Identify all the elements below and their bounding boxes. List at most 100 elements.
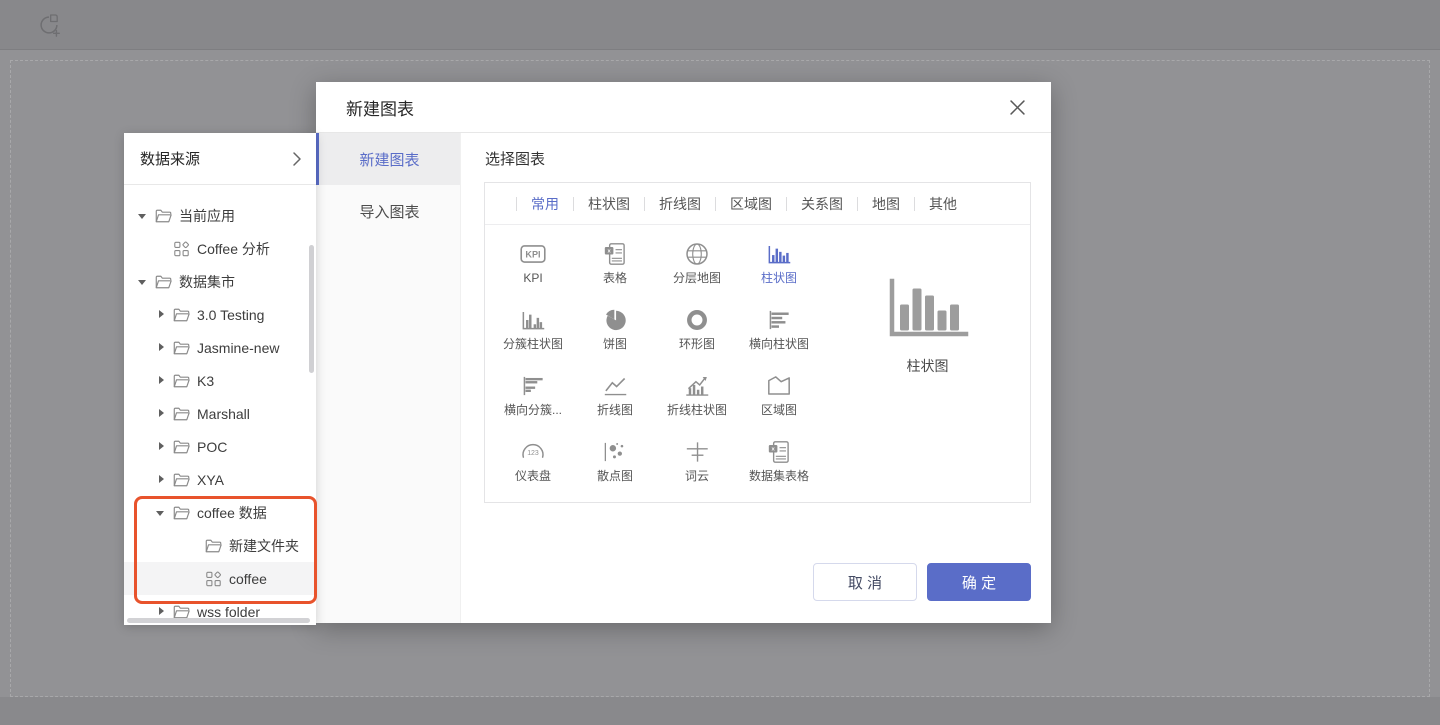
- tree-item-label: POC: [197, 440, 227, 454]
- wordcloud-icon: [682, 437, 712, 465]
- modal-header: 新建图表: [316, 82, 1051, 133]
- vertical-scrollbar[interactable]: [309, 245, 314, 373]
- line-bar-icon: [682, 371, 712, 399]
- caret-icon[interactable]: [155, 606, 166, 617]
- chart-type-item[interactable]: 表格: [574, 237, 656, 303]
- bottom-strip: [0, 697, 1440, 725]
- chart-type-item[interactable]: 饼图: [574, 303, 656, 369]
- confirm-button[interactable]: 确 定: [927, 563, 1031, 601]
- chart-type-item[interactable]: 仪表盘: [492, 435, 574, 501]
- caret-icon[interactable]: [155, 375, 166, 386]
- chart-type-label: 柱状图: [761, 272, 797, 284]
- caret-icon[interactable]: [155, 243, 166, 254]
- chart-type-item[interactable]: 折线柱状图: [656, 369, 738, 435]
- tree-item[interactable]: coffee: [124, 562, 316, 595]
- modal-title: 新建图表: [346, 95, 414, 120]
- modal-tab[interactable]: 导入图表: [316, 185, 460, 237]
- cancel-button[interactable]: 取 消: [813, 563, 917, 601]
- tree-item-label: coffee 数据: [197, 506, 267, 520]
- chart-type-label: 散点图: [597, 470, 633, 482]
- app-topbar: [0, 0, 1440, 50]
- donut-icon: [682, 305, 712, 333]
- category-tab[interactable]: 关系图: [772, 194, 843, 214]
- chart-type-item[interactable]: 数据集表格: [738, 435, 820, 501]
- tree-item-label: K3: [197, 374, 214, 388]
- folder-icon: [155, 274, 172, 290]
- tree-item[interactable]: K3: [124, 364, 316, 397]
- bar-cluster-icon: [518, 305, 548, 333]
- caret-icon[interactable]: [155, 342, 166, 353]
- dataset-icon: [205, 571, 222, 587]
- chart-box-body: KPI 表格 分层地图 柱状图: [485, 225, 1030, 501]
- scatter-icon: [600, 437, 630, 465]
- chart-selector-box: 常用 柱状图 折线图 区域图 关系图 地图: [484, 182, 1031, 503]
- caret-icon[interactable]: [137, 210, 148, 221]
- dataset-icon: [173, 241, 190, 257]
- chart-type-label: 仪表盘: [515, 470, 551, 482]
- chart-type-grid: KPI 表格 分层地图 柱状图: [485, 225, 825, 501]
- caret-icon[interactable]: [155, 309, 166, 320]
- chart-type-item[interactable]: 环形图: [656, 303, 738, 369]
- category-tab-label: 折线图: [659, 194, 701, 214]
- category-tab[interactable]: 地图: [843, 194, 900, 214]
- category-tab[interactable]: 其他: [900, 194, 957, 214]
- caret-icon[interactable]: [155, 408, 166, 419]
- tree-item[interactable]: 数据集市: [124, 265, 316, 298]
- chart-type-item[interactable]: 横向柱状图: [738, 303, 820, 369]
- chart-type-label: 区域图: [761, 404, 797, 416]
- modal-tab-list: 新建图表 导入图表: [316, 133, 461, 623]
- chart-type-item[interactable]: KPI: [492, 237, 574, 303]
- chart-type-label: 分层地图: [673, 272, 721, 284]
- folder-icon: [173, 439, 190, 455]
- tree-item[interactable]: Jasmine-new: [124, 331, 316, 364]
- close-icon[interactable]: [1010, 100, 1025, 115]
- gauge-icon: [518, 437, 548, 465]
- chart-type-item[interactable]: 折线图: [574, 369, 656, 435]
- bar-chart-large-icon: [884, 277, 972, 341]
- chart-type-label: 横向柱状图: [749, 338, 809, 350]
- tree-item[interactable]: XYA: [124, 463, 316, 496]
- chart-type-item[interactable]: 横向分簇...: [492, 369, 574, 435]
- caret-icon[interactable]: [155, 474, 166, 485]
- chart-type-item[interactable]: 散点图: [574, 435, 656, 501]
- caret-icon[interactable]: [155, 441, 166, 452]
- chevron-right-icon[interactable]: [292, 151, 302, 167]
- section-title: 选择图表: [485, 148, 1031, 169]
- tree-item[interactable]: Coffee 分析: [124, 232, 316, 265]
- chart-type-label: 数据集表格: [749, 470, 809, 482]
- tree-item[interactable]: 当前应用: [124, 199, 316, 232]
- chart-type-label: 词云: [685, 470, 709, 482]
- category-tab[interactable]: 常用: [502, 194, 559, 214]
- data-source-title: 数据来源: [140, 148, 200, 169]
- tree-item[interactable]: 3.0 Testing: [124, 298, 316, 331]
- category-tab[interactable]: 区域图: [701, 194, 772, 214]
- modal-tab[interactable]: 新建图表: [316, 133, 460, 185]
- add-chart-icon[interactable]: [36, 12, 62, 38]
- chart-type-item[interactable]: 分簇柱状图: [492, 303, 574, 369]
- dataset-table-icon: [764, 437, 794, 465]
- caret-icon[interactable]: [137, 276, 148, 287]
- area-icon: [764, 371, 794, 399]
- map-icon: [682, 239, 712, 267]
- category-tab[interactable]: 柱状图: [559, 194, 630, 214]
- tree-item-label: Marshall: [197, 407, 250, 421]
- modal-tab-label: 导入图表: [359, 201, 419, 222]
- chart-type-item[interactable]: 柱状图: [738, 237, 820, 303]
- category-tab-label: 柱状图: [588, 194, 630, 214]
- tree-item[interactable]: Marshall: [124, 397, 316, 430]
- category-tab[interactable]: 折线图: [630, 194, 701, 214]
- horizontal-scrollbar[interactable]: [127, 618, 310, 623]
- caret-icon[interactable]: [187, 540, 198, 551]
- tree-item-label: 3.0 Testing: [197, 308, 264, 322]
- tree-item[interactable]: 新建文件夹: [124, 529, 316, 562]
- caret-icon[interactable]: [187, 573, 198, 584]
- chart-type-item[interactable]: 区域图: [738, 369, 820, 435]
- new-chart-modal: 新建图表 新建图表 导入图表 选择图表 常用: [316, 82, 1051, 623]
- caret-icon[interactable]: [155, 507, 166, 518]
- tree-item[interactable]: coffee 数据: [124, 496, 316, 529]
- chart-type-item[interactable]: 分层地图: [656, 237, 738, 303]
- chart-type-label: 分簇柱状图: [503, 338, 563, 350]
- tree-item[interactable]: POC: [124, 430, 316, 463]
- chart-type-item[interactable]: 词云: [656, 435, 738, 501]
- tree-item-label: wss folder: [197, 605, 260, 619]
